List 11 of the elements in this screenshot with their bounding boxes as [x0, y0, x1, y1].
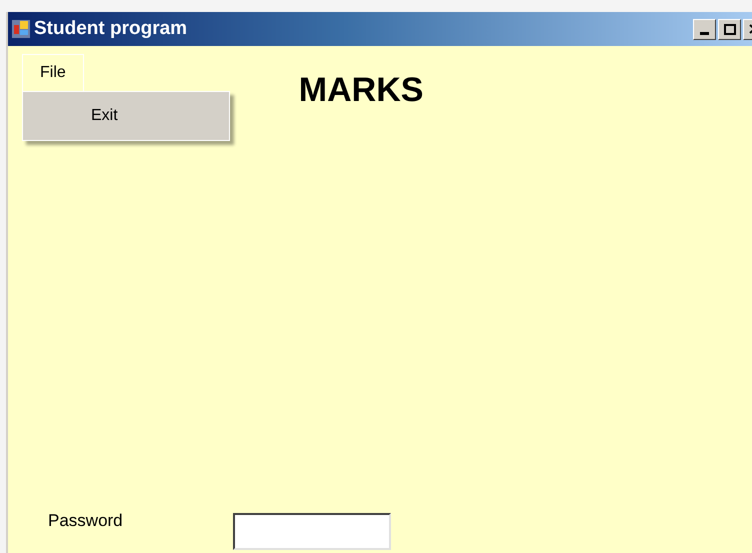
password-label: Password	[48, 510, 124, 532]
dropdown-item[interactable]: Exit	[23, 96, 229, 136]
app-icon	[12, 20, 30, 38]
password-field[interactable]	[233, 512, 391, 550]
heading: MARKS	[298, 73, 424, 107]
window-title: Student program	[34, 16, 188, 41]
menu-item[interactable]: File	[22, 54, 84, 91]
maximize-button[interactable]	[718, 18, 741, 40]
minimize-icon	[700, 32, 709, 34]
minimize-button[interactable]	[693, 18, 716, 40]
maximize-icon	[724, 24, 736, 34]
